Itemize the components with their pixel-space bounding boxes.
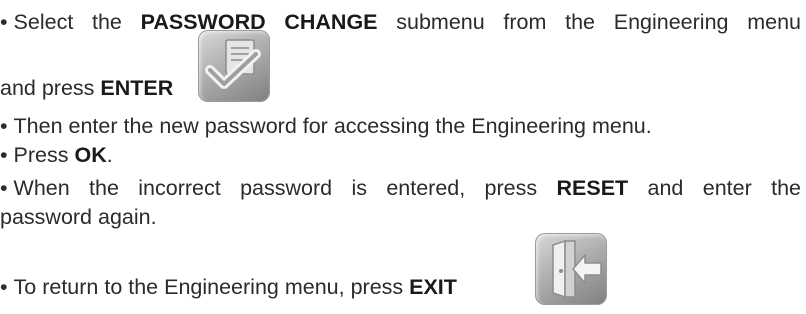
step-text: and press <box>0 76 101 100</box>
step-reset-password-continued: password again. <box>0 205 157 229</box>
key-name: ENTER <box>100 76 174 100</box>
enter-checkmark-icon <box>198 30 270 102</box>
step-text: submenu from the Engineering menu <box>377 10 801 34</box>
key-name: RESET <box>556 176 629 200</box>
step-text: password again. <box>0 205 157 229</box>
step-reset-password: • When the incorrect password is entered,… <box>0 176 801 200</box>
key-name: EXIT <box>409 275 457 299</box>
step-text: To return to the Engineering menu, press <box>13 275 410 299</box>
step-text: Press <box>13 143 75 167</box>
step-press-ok: • Press OK. <box>0 143 113 167</box>
step-text: . <box>106 143 113 167</box>
step-text: Select the <box>13 10 141 34</box>
step-text: When the incorrect password is entered, … <box>13 176 557 200</box>
step-enter-new-password: • Then enter the new password for accessi… <box>0 114 652 138</box>
step-select-password-change: • Select the PASSWORD CHANGE submenu from… <box>0 10 801 34</box>
key-name: OK <box>74 143 107 167</box>
step-return-exit: • To return to the Engineering menu, pres… <box>0 275 553 299</box>
bullet: • <box>0 143 8 167</box>
step-text: and enter the <box>628 176 801 200</box>
bullet: • <box>0 10 8 34</box>
bullet: • <box>0 176 8 200</box>
instruction-document: • Select the PASSWORD CHANGE submenu from… <box>0 0 806 314</box>
bullet: • <box>0 114 8 138</box>
step-text: Then enter the new password for accessin… <box>13 114 652 138</box>
exit-door-icon <box>535 233 607 305</box>
bullet: • <box>0 275 8 299</box>
